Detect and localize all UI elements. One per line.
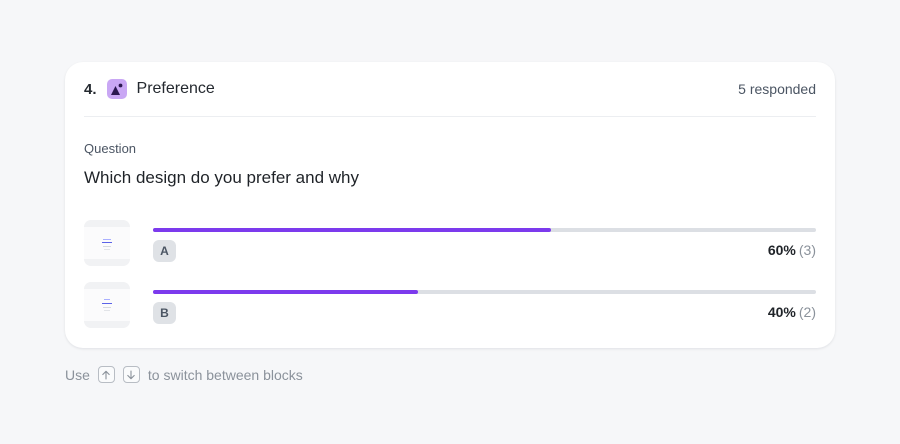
progress-bar-b <box>153 290 816 294</box>
option-letter-badge-b: B <box>153 302 176 324</box>
keyboard-hint: Use to switch between blocks <box>65 366 303 383</box>
image-icon <box>106 79 127 99</box>
question-label: Question <box>84 141 137 156</box>
arrow-down-icon <box>122 366 140 383</box>
hint-prefix: Use <box>65 366 90 383</box>
design-thumbnail-b[interactable] <box>84 282 130 328</box>
design-thumbnail-a[interactable] <box>84 220 130 266</box>
block-header: 4. Preference 5 responded <box>84 62 816 117</box>
responded-count: 5 responded <box>738 81 816 97</box>
option-stats-a: 60% (3) <box>768 242 816 258</box>
block-title: Preference <box>136 80 215 97</box>
option-row-b: B 40% (2) <box>84 282 816 330</box>
question-text: Which design do you prefer and why <box>84 168 359 187</box>
block-number: 4. <box>84 80 97 98</box>
option-letter-badge-a: A <box>153 240 176 262</box>
option-percent-b: 40% <box>767 304 796 320</box>
preference-block-card: 4. Preference 5 responded Question Which… <box>65 62 835 348</box>
option-stats-b: 40% (2) <box>768 304 816 320</box>
option-row-a: A 60% (3) <box>84 220 816 268</box>
option-percent-a: 60% <box>767 242 796 258</box>
progress-fill-a <box>153 228 551 232</box>
option-count-b: (2) <box>798 304 816 320</box>
arrow-up-icon <box>97 366 115 383</box>
option-count-a: (3) <box>798 242 816 258</box>
progress-fill-b <box>153 290 419 294</box>
hint-suffix: to switch between blocks <box>147 366 303 383</box>
progress-bar-a <box>153 228 816 232</box>
